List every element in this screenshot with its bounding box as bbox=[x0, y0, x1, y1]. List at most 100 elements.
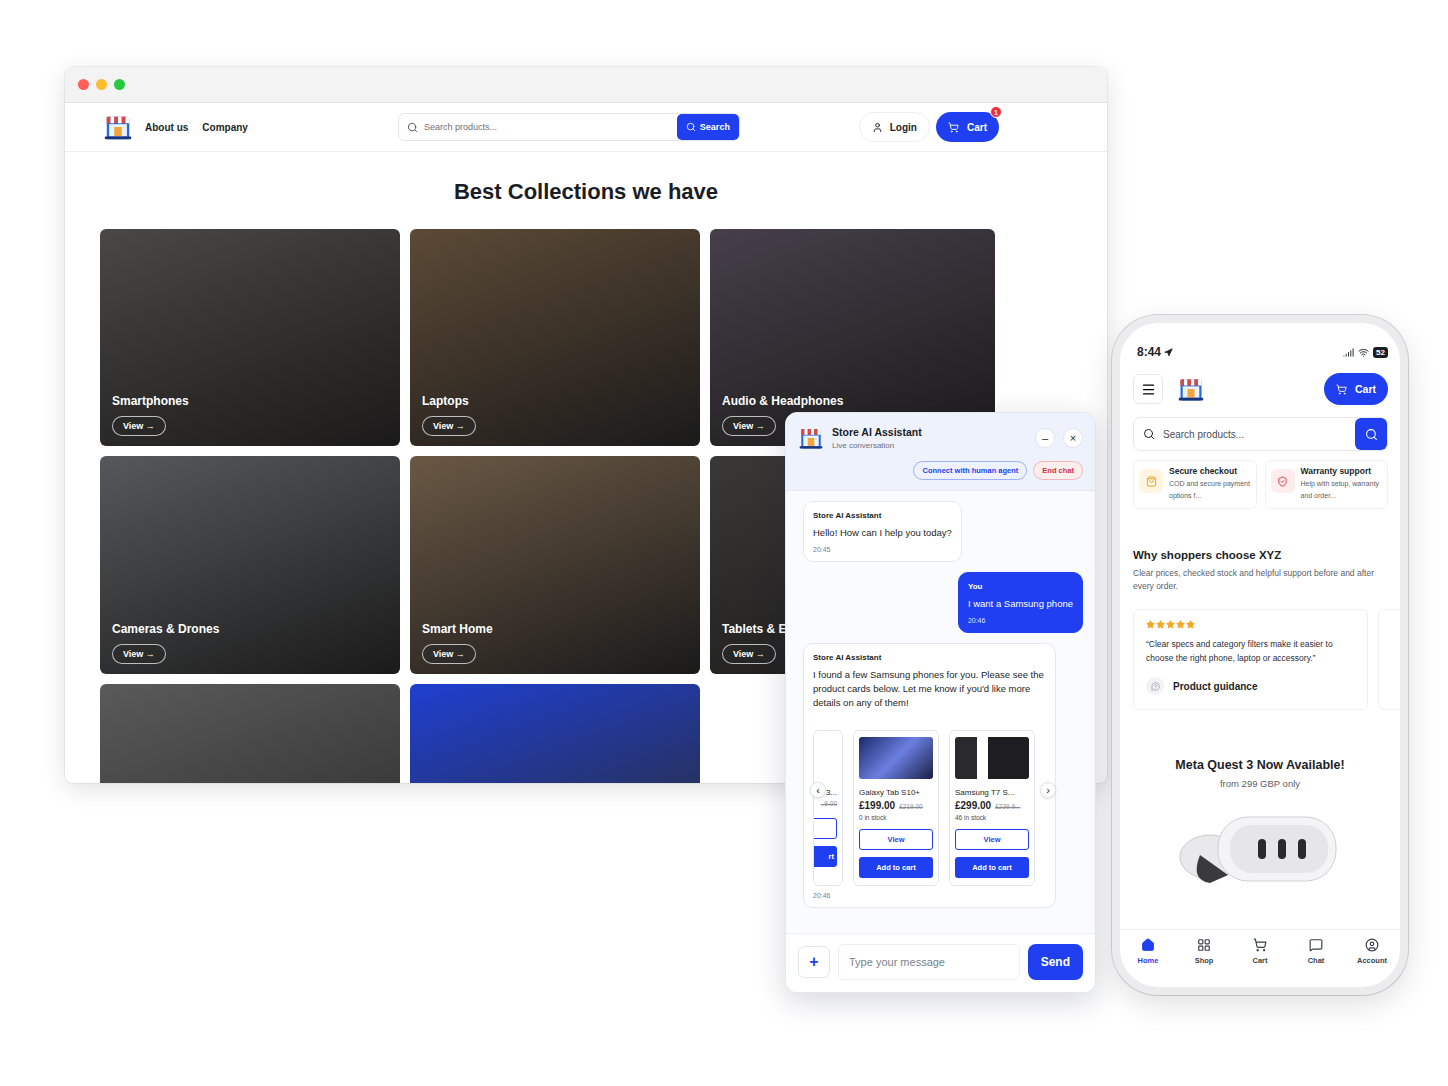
nav-item[interactable]: Account bbox=[1344, 938, 1400, 965]
message-bubble: Store AI AssistantI found a few Samsung … bbox=[803, 643, 1056, 908]
message-author: Store AI Assistant bbox=[813, 653, 1046, 662]
login-button[interactable]: Login bbox=[859, 112, 930, 142]
cart-icon bbox=[1336, 384, 1347, 395]
feature-desc: COD and secure payment options f... bbox=[1169, 478, 1251, 502]
attach-button[interactable]: + bbox=[798, 946, 830, 978]
collection-card[interactable]: SmartphonesView → bbox=[100, 229, 400, 446]
home-icon bbox=[1141, 938, 1155, 952]
search-button[interactable]: Search bbox=[677, 114, 739, 140]
chat-title: Store AI Assistant bbox=[832, 426, 1027, 438]
bag-icon bbox=[1146, 476, 1157, 487]
add-to-cart-button[interactable]: rt bbox=[813, 846, 837, 867]
view-button[interactable]: View → bbox=[112, 416, 166, 436]
collection-card[interactable]: Cameras & DronesView → bbox=[100, 456, 400, 674]
view-button[interactable]: View → bbox=[722, 416, 776, 436]
account-icon bbox=[1365, 938, 1379, 952]
phone-header: Cart bbox=[1120, 363, 1400, 405]
review-card bbox=[1378, 609, 1400, 710]
product-carousel[interactable]: 3.....9.00 rt Galaxy Tab S10+£199.00£219.… bbox=[813, 730, 1046, 886]
nav-item[interactable]: Chat bbox=[1288, 938, 1344, 965]
search-placeholder: Search products... bbox=[1163, 429, 1347, 440]
search-field[interactable]: Search products... bbox=[1133, 417, 1388, 451]
price-row: £299.00£239.9... bbox=[955, 800, 1029, 811]
view-button[interactable]: View bbox=[955, 829, 1029, 850]
message-time: 20:46 bbox=[968, 617, 1073, 624]
search-icon bbox=[1365, 428, 1378, 441]
old-price: ..9.00 bbox=[821, 800, 837, 807]
nav-link[interactable]: About us bbox=[145, 122, 188, 133]
site-header: About us Company Search products...Search L… bbox=[65, 103, 1107, 152]
chat-actions: Connect with human agent End chat bbox=[798, 461, 1083, 480]
star-icon bbox=[1166, 620, 1175, 629]
nav-link[interactable]: Company bbox=[202, 122, 248, 133]
view-button[interactable]: View → bbox=[722, 644, 776, 664]
view-button[interactable] bbox=[813, 818, 837, 839]
nav-item[interactable]: Home bbox=[1120, 938, 1176, 965]
tag-icon-box bbox=[1146, 677, 1164, 695]
cart-button[interactable]: Cart bbox=[1324, 373, 1388, 405]
store-logo-icon[interactable] bbox=[103, 112, 133, 142]
collection-card[interactable] bbox=[410, 684, 700, 783]
carousel-prev[interactable]: ‹ bbox=[810, 782, 826, 798]
chat-title-block: Store AI Assistant Live conversation bbox=[832, 426, 1027, 450]
status-icons: 52 bbox=[1343, 347, 1388, 358]
cart-button[interactable]: Cart1 bbox=[936, 112, 999, 142]
old-price: £219.00 bbox=[899, 803, 923, 810]
search-button[interactable] bbox=[1355, 418, 1387, 450]
store-logo-icon[interactable] bbox=[1177, 375, 1205, 403]
product-card[interactable]: Samsung T7 S...£299.00£239.9...46 in sto… bbox=[949, 730, 1035, 886]
end-button[interactable]: End chat bbox=[1033, 461, 1083, 480]
review-row[interactable]: “Clear specs and category filters make i… bbox=[1133, 609, 1400, 710]
cart-badge: 1 bbox=[990, 106, 1002, 118]
nav-item[interactable]: Shop bbox=[1176, 938, 1232, 965]
carousel-next[interactable]: › bbox=[1040, 782, 1056, 798]
collection-label: Laptops bbox=[422, 394, 469, 408]
message-input[interactable]: Type your message bbox=[838, 944, 1020, 980]
nav-item[interactable]: Cart bbox=[1232, 938, 1288, 965]
stock-label: 46 in stock bbox=[955, 814, 1029, 821]
collection-card[interactable]: Smart Home View → bbox=[410, 456, 700, 674]
view-button[interactable]: View → bbox=[422, 416, 476, 436]
add-to-cart-button[interactable]: Add to cart bbox=[955, 857, 1029, 878]
window-control[interactable] bbox=[78, 79, 89, 90]
chat-title-row: Store AI Assistant Live conversation–× bbox=[798, 425, 1083, 451]
star-rating bbox=[1146, 620, 1355, 629]
product-card[interactable]: 3.....9.00 rt bbox=[813, 730, 843, 886]
message-bubble: Store AI AssistantHello! How can I help … bbox=[803, 501, 962, 562]
collection-card[interactable]: Laptops View → bbox=[410, 229, 700, 446]
status-time: 8:44 bbox=[1137, 345, 1173, 359]
search-field[interactable]: Search products...Search bbox=[398, 113, 740, 141]
star-icon bbox=[1176, 620, 1185, 629]
collection-label: Smart Home bbox=[422, 622, 493, 636]
product-image bbox=[955, 737, 1029, 779]
window-control[interactable] bbox=[96, 79, 107, 90]
agent-button[interactable]: Connect with human agent bbox=[913, 461, 1027, 480]
user-icon bbox=[872, 122, 883, 133]
minimize-button[interactable]: – bbox=[1035, 428, 1055, 448]
view-button[interactable]: View bbox=[859, 829, 933, 850]
feature-title: Secure checkout bbox=[1169, 466, 1251, 476]
bottom-nav: HomeShopCartChatAccount bbox=[1120, 929, 1400, 987]
store-logo-icon[interactable] bbox=[798, 425, 824, 451]
chat-subtitle: Live conversation bbox=[832, 441, 1027, 450]
menu-button[interactable] bbox=[1133, 374, 1163, 404]
feature-icon-box bbox=[1271, 469, 1295, 493]
header-actions: LoginCart1 bbox=[859, 112, 999, 142]
review-tag: Product guidance bbox=[1146, 677, 1355, 695]
wifi-icon bbox=[1358, 347, 1369, 358]
view-button[interactable]: View → bbox=[422, 644, 476, 664]
promo-banner[interactable]: Meta Quest 3 Now Available!from 299 GBP … bbox=[1120, 758, 1400, 895]
chat-header: Store AI Assistant Live conversation–× Con… bbox=[786, 413, 1095, 491]
product-price: £299.00 bbox=[955, 800, 991, 811]
collection-card[interactable] bbox=[100, 684, 400, 783]
product-card[interactable]: Galaxy Tab S10+£199.00£219.000 in stockV… bbox=[853, 730, 939, 886]
send-button[interactable]: Send bbox=[1028, 944, 1083, 980]
view-button[interactable]: View → bbox=[112, 644, 166, 664]
collection-label: Tablets & E- bbox=[722, 622, 790, 636]
close-button[interactable]: × bbox=[1063, 428, 1083, 448]
star-icon bbox=[1156, 620, 1165, 629]
add-to-cart-button[interactable]: Add to cart bbox=[859, 857, 933, 878]
window-control[interactable] bbox=[114, 79, 125, 90]
battery: 52 bbox=[1373, 347, 1388, 358]
canvas: About usCompanySearch products...SearchL… bbox=[0, 0, 1448, 1086]
